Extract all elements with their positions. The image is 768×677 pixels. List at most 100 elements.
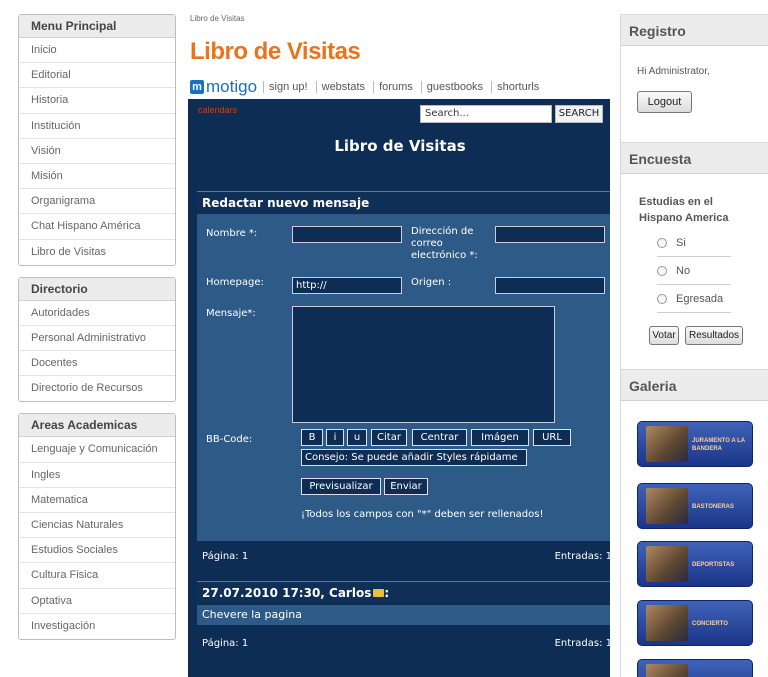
motigo-link-forums[interactable]: forums xyxy=(373,81,418,93)
results-button[interactable]: Resultados xyxy=(685,326,743,345)
gallery-item-partial[interactable] xyxy=(637,659,753,677)
preview-button[interactable]: Previsualizar xyxy=(301,478,381,495)
poll-option-label: Egresada xyxy=(676,292,724,305)
calendars-link[interactable]: calendars xyxy=(198,105,237,115)
bb-center-button[interactable]: Centrar xyxy=(412,429,467,446)
menu-item-ciencias-naturales[interactable]: Ciencias Naturales xyxy=(19,513,175,539)
gallery-caption: DEPORTISTAS xyxy=(692,562,735,568)
galeria-title: Galeria xyxy=(621,369,768,401)
origen-field[interactable] xyxy=(495,277,605,294)
motigo-link-guestbooks[interactable]: guestbooks xyxy=(420,81,489,93)
bb-url-button[interactable]: URL xyxy=(533,429,571,446)
motigo-bar: m motigo sign up! webstats forums guestb… xyxy=(190,77,545,97)
main-content: Libro de Visitas Libro de Visitas m moti… xyxy=(188,14,610,677)
menu-item-directorio-de-recursos[interactable]: Directorio de Recursos xyxy=(19,376,175,401)
bb-image-button[interactable]: Imágen xyxy=(471,429,529,446)
gallery-thumbnail xyxy=(646,605,688,641)
motigo-link-webstats[interactable]: webstats xyxy=(315,81,371,93)
bb-underline-button[interactable]: u xyxy=(347,429,367,446)
email-label-line3: electrónico *: xyxy=(411,250,478,261)
bbcode-label: BB-Code: xyxy=(206,434,253,445)
entries-count-bottom: Entradas: 1 xyxy=(554,638,610,649)
email-label-line1: Dirección de xyxy=(411,226,474,237)
left-sidebar: Menu Principal Inicio Editorial Historia… xyxy=(18,14,176,651)
bb-italic-button[interactable]: i xyxy=(326,429,344,446)
homepage-field[interactable]: http:// xyxy=(292,277,402,294)
entry-message: Chevere la pagina xyxy=(197,605,610,625)
menu-item-organigrama[interactable]: Organigrama xyxy=(19,189,175,215)
guestbook-panel: calendars Search... SEARCH Libro de Visi… xyxy=(188,99,610,677)
menu-item-libro-de-visitas[interactable]: Libro de Visitas xyxy=(19,240,175,265)
menu-item-historia[interactable]: Historia xyxy=(19,88,175,114)
origen-label: Origen : xyxy=(411,277,452,288)
menu-item-investigacion[interactable]: Investigación xyxy=(19,614,175,639)
form-header: Redactar nuevo mensaje xyxy=(197,192,610,214)
radio-icon[interactable] xyxy=(657,265,667,276)
email-field[interactable] xyxy=(495,226,605,243)
motigo-link-shorturls[interactable]: shorturls xyxy=(491,81,545,93)
menu-item-editorial[interactable]: Editorial xyxy=(19,63,175,89)
areas-academicas-title: Areas Academicas xyxy=(19,414,175,438)
logout-button[interactable]: Logout xyxy=(637,91,692,113)
gallery-caption: JURAMENTO A LA BANDERA xyxy=(692,438,745,452)
search-input[interactable]: Search... xyxy=(420,105,552,123)
menu-item-inicio[interactable]: Inicio xyxy=(19,38,175,64)
mensaje-textarea[interactable] xyxy=(292,306,555,423)
menu-item-institucion[interactable]: Institución xyxy=(19,114,175,139)
poll-option-label: Si xyxy=(676,236,686,249)
mail-icon[interactable] xyxy=(373,588,385,597)
menu-item-optativa[interactable]: Optativa xyxy=(19,589,175,614)
poll-option-si[interactable]: Si xyxy=(657,229,731,257)
nombre-label: Nombre *: xyxy=(206,228,258,239)
right-sidebar: Registro Hi Administrator, Logout Encues… xyxy=(620,14,768,677)
poll-option-no[interactable]: No xyxy=(657,257,731,285)
motigo-logo-text: motigo xyxy=(206,77,258,96)
areas-academicas-box: Areas Academicas Lenguaje y Comunicación… xyxy=(18,413,176,640)
entry-header: 27.07.2010 17:30, Carlos: xyxy=(197,581,610,603)
mensaje-label: Mensaje*: xyxy=(206,308,256,319)
gallery-caption xyxy=(692,660,752,677)
vote-button[interactable]: Votar xyxy=(649,326,679,345)
page-indicator-bottom: Página: 1 xyxy=(202,638,249,649)
gallery-item-concierto[interactable]: CONCIERTO xyxy=(637,600,753,646)
nombre-field[interactable] xyxy=(292,226,402,243)
menu-item-mision[interactable]: Misión xyxy=(19,164,175,190)
registro-body: Hi Administrator, Logout xyxy=(621,46,768,142)
bbcode-tip: Consejo: Se puede añadir Styles rápidame xyxy=(301,449,527,466)
galeria-body: JURAMENTO A LA BANDERA BASTONERAS DEPORT… xyxy=(621,401,768,677)
menu-item-vision[interactable]: Visión xyxy=(19,139,175,164)
email-label-line2: correo xyxy=(411,238,443,249)
gallery-thumbnail xyxy=(646,426,688,462)
menu-item-personal-administrativo[interactable]: Personal Administrativo xyxy=(19,326,175,352)
bb-bold-button[interactable]: B xyxy=(301,429,323,446)
poll-option-egresada[interactable]: Egresada xyxy=(657,285,731,313)
motigo-logo[interactable]: m motigo xyxy=(190,77,257,97)
page-indicator-top: Página: 1 xyxy=(202,551,249,562)
gallery-item-bastoneras[interactable]: BASTONERAS xyxy=(637,483,753,529)
menu-item-chat[interactable]: Chat Hispano América xyxy=(19,214,175,240)
menu-item-docentes[interactable]: Docentes xyxy=(19,351,175,377)
menu-item-estudios-sociales[interactable]: Estudios Sociales xyxy=(19,538,175,564)
gallery-thumbnail xyxy=(646,488,688,524)
menu-item-autoridades[interactable]: Autoridades xyxy=(19,301,175,326)
menu-item-lenguaje[interactable]: Lenguaje y Comunicación xyxy=(19,437,175,463)
gallery-item-juramento[interactable]: JURAMENTO A LA BANDERA xyxy=(637,421,753,467)
directorio-box: Directorio Autoridades Personal Administ… xyxy=(18,276,176,403)
radio-icon[interactable] xyxy=(657,293,667,304)
gallery-item-deportistas[interactable]: DEPORTISTAS xyxy=(637,541,753,587)
gallery-thumbnail xyxy=(646,664,688,677)
search-button[interactable]: SEARCH xyxy=(555,105,603,123)
radio-icon[interactable] xyxy=(657,237,667,248)
registro-title: Registro xyxy=(621,14,768,46)
menu-item-matematica[interactable]: Matematica xyxy=(19,488,175,513)
menu-principal-title: Menu Principal xyxy=(19,15,175,38)
menu-item-cultura-fisica[interactable]: Cultura Fisica xyxy=(19,563,175,589)
poll-question: Estudias en el Hispano America xyxy=(639,196,729,224)
motigo-link-signup[interactable]: sign up! xyxy=(263,81,313,93)
gallery-caption: CONCIERTO xyxy=(692,621,728,627)
breadcrumb[interactable]: Libro de Visitas xyxy=(190,14,245,23)
greeting-text: Hi Administrator, xyxy=(637,66,710,77)
bb-quote-button[interactable]: Citar xyxy=(371,429,407,446)
send-button[interactable]: Enviar xyxy=(384,478,428,495)
menu-item-ingles[interactable]: Ingles xyxy=(19,463,175,488)
